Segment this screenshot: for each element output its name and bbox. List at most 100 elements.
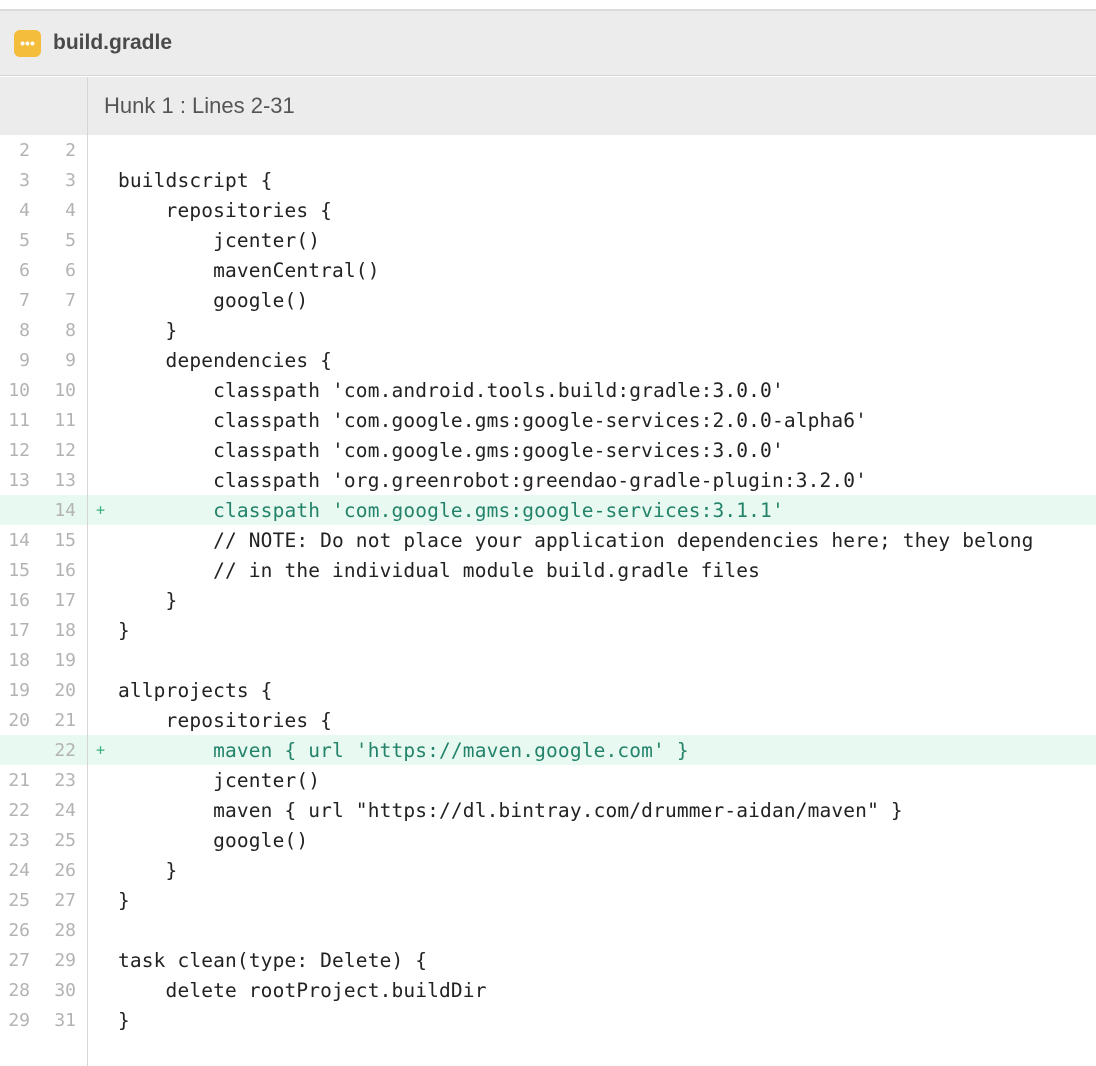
line-gutter: 21 23 (0, 765, 88, 795)
code-text: classpath 'com.google.gms:google-service… (118, 498, 784, 522)
old-line-number: 10 (8, 379, 30, 401)
new-line-number: 12 (54, 439, 76, 461)
diff-marker: + (96, 741, 106, 759)
line-gutter: 18 19 (0, 645, 88, 675)
code-line: 99 dependencies { (0, 345, 1096, 375)
old-line-number: 2 (19, 139, 30, 161)
line-gutter: 55 (0, 225, 88, 255)
code-line: 18 19 (0, 645, 1096, 675)
old-line-number: 17 (8, 619, 30, 641)
new-line-number: 8 (65, 319, 76, 341)
added-line: 14 + classpath 'com.google.gms:google-ser… (0, 495, 1096, 525)
new-line-number: 19 (54, 649, 76, 671)
code-line: 21 23 jcenter() (0, 765, 1096, 795)
line-gutter: 14 15 (0, 525, 88, 555)
new-line-number: 2 (65, 139, 76, 161)
line-gutter: 28 30 (0, 975, 88, 1005)
code-text: classpath 'com.google.gms:google-service… (118, 438, 784, 462)
old-line-number: 24 (8, 859, 30, 881)
line-gutter: 26 28 (0, 915, 88, 945)
code-line: 77 google() (0, 285, 1096, 315)
code-line: 23 25 google() (0, 825, 1096, 855)
line-gutter: 10 10 (0, 375, 88, 405)
old-line-number: 8 (19, 319, 30, 341)
old-line-number: 18 (8, 649, 30, 671)
code-line: 16 17 } (0, 585, 1096, 615)
diff-code-view[interactable]: 2 2 3 3 buildscript {4 4 repositories {5 5 jce… (0, 135, 1096, 1035)
code-text: } (118, 888, 130, 912)
line-gutter: 11 11 (0, 405, 88, 435)
code-line: 25 27} (0, 885, 1096, 915)
old-line-number: 26 (8, 919, 30, 941)
file-header[interactable]: ••• build.gradle (0, 11, 1096, 76)
old-line-number: 16 (8, 589, 30, 611)
code-line: 12 12 classpath 'com.google.gms:google-se… (0, 435, 1096, 465)
code-line: 26 28 (0, 915, 1096, 945)
line-gutter: 88 (0, 315, 88, 345)
old-line-number: 6 (19, 259, 30, 281)
line-gutter: 16 17 (0, 585, 88, 615)
line-gutter: 29 31 (0, 1005, 88, 1035)
code-text: } (118, 588, 178, 612)
code-line: 3 3 buildscript { (0, 165, 1096, 195)
code-text: mavenCentral() (118, 258, 380, 282)
gutter-divider (87, 1035, 88, 1066)
new-line-number: 26 (54, 859, 76, 881)
old-line-number: 7 (19, 289, 30, 311)
top-divider (0, 0, 1096, 11)
code-line: 24 26 } (0, 855, 1096, 885)
new-line-number: 4 (65, 199, 76, 221)
code-text: repositories { (118, 708, 333, 732)
code-text: delete rootProject.buildDir (118, 978, 487, 1002)
new-line-number: 27 (54, 889, 76, 911)
line-gutter: 23 25 (0, 825, 88, 855)
old-line-number: 27 (8, 949, 30, 971)
code-text: dependencies { (118, 348, 333, 372)
old-line-number: 19 (8, 679, 30, 701)
new-line-number: 10 (54, 379, 76, 401)
code-line: 22 24 maven { url "https://dl.bintray.com… (0, 795, 1096, 825)
diff-marker: + (96, 501, 106, 519)
code-text: buildscript { (118, 168, 273, 192)
code-text: } (118, 318, 178, 342)
new-line-number: 15 (54, 529, 76, 551)
code-line: 44 repositories { (0, 195, 1096, 225)
old-line-number: 28 (8, 979, 30, 1001)
code-line: 55 jcenter() (0, 225, 1096, 255)
line-gutter: 20 21 (0, 705, 88, 735)
old-line-number: 14 (8, 529, 30, 551)
code-line: 22 (0, 135, 1096, 165)
new-line-number: 18 (54, 619, 76, 641)
line-gutter: 22 24 (0, 795, 88, 825)
old-line-number: 15 (8, 559, 30, 581)
code-line: 28 30 delete rootProject.buildDir (0, 975, 1096, 1005)
old-line-number: 23 (8, 829, 30, 851)
code-line: 19 20 allprojects { (0, 675, 1096, 705)
line-gutter: 25 27 (0, 885, 88, 915)
code-text: classpath 'com.android.tools.build:gradl… (118, 378, 784, 402)
code-text: google() (118, 288, 309, 312)
new-line-number: 25 (54, 829, 76, 851)
old-line-number: 9 (19, 349, 30, 371)
new-line-number: 16 (54, 559, 76, 581)
line-gutter: 17 18 (0, 615, 88, 645)
new-line-number: 14 (54, 499, 76, 521)
line-gutter: 22 (0, 735, 88, 765)
old-line-number: 3 (19, 169, 30, 191)
new-line-number: 29 (54, 949, 76, 971)
code-line: 15 16 // in the individual module build.g… (0, 555, 1096, 585)
line-gutter: 12 12 (0, 435, 88, 465)
new-line-number: 6 (65, 259, 76, 281)
new-line-number: 23 (54, 769, 76, 791)
code-text: // NOTE: Do not place your application d… (118, 528, 1034, 552)
new-line-number: 13 (54, 469, 76, 491)
new-line-number: 30 (54, 979, 76, 1001)
line-gutter: 66 (0, 255, 88, 285)
code-line: 10 10 classpath 'com.android.tools.build:… (0, 375, 1096, 405)
code-text: classpath 'com.google.gms:google-service… (118, 408, 868, 432)
line-gutter: 44 (0, 195, 88, 225)
code-text: maven { url 'https://maven.google.com' } (118, 738, 689, 762)
line-gutter: 13 13 (0, 465, 88, 495)
line-gutter: 27 29 (0, 945, 88, 975)
more-dots-icon[interactable]: ••• (14, 29, 41, 57)
